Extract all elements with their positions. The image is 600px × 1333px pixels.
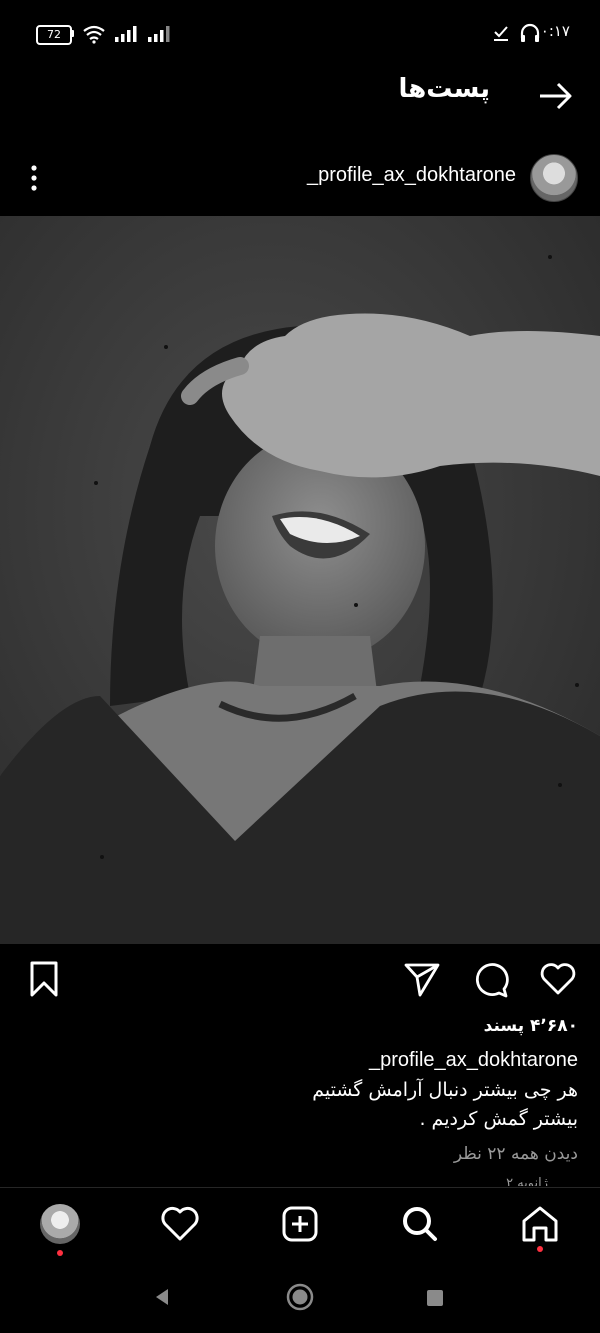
post-author-avatar[interactable]: [530, 154, 578, 202]
bottom-navigation: [0, 1187, 600, 1268]
signal-icon-2: [148, 26, 170, 42]
comment-icon[interactable]: [470, 959, 510, 999]
system-home-icon[interactable]: [286, 1283, 314, 1311]
system-recents-icon[interactable]: [424, 1287, 446, 1309]
post-image[interactable]: [0, 216, 600, 944]
status-clock: ۰:۱۷: [540, 22, 570, 40]
profile-notification-dot: [57, 1250, 63, 1256]
view-all-comments-link[interactable]: دیدن همه ۲۲ نظر: [454, 1144, 578, 1164]
status-bar: 72 ۰:۱۷: [0, 0, 600, 66]
nav-profile[interactable]: [35, 1199, 85, 1249]
post-author-username[interactable]: _profile_ax_dokhtarone: [307, 164, 516, 187]
signal-icon-1: [115, 26, 137, 42]
send-icon[interactable]: [402, 959, 442, 999]
post-caption: هر چی بیشتر دنبال آرامش گشتیم بیشتر گمش …: [58, 1076, 578, 1134]
post-photo-illustration: [0, 216, 600, 944]
search-icon[interactable]: [395, 1199, 445, 1249]
system-back-icon[interactable]: [150, 1285, 174, 1309]
post-timestamp: ۲ ژانویه: [506, 1176, 548, 1186]
wifi-icon: [83, 25, 105, 44]
heart-icon[interactable]: [538, 959, 578, 999]
headphones-icon: [520, 23, 540, 42]
more-vertical-icon[interactable]: [22, 160, 46, 196]
bookmark-icon[interactable]: [24, 959, 64, 999]
add-post-icon[interactable]: [275, 1199, 325, 1249]
caption-username[interactable]: _profile_ax_dokhtarone: [369, 1049, 578, 1072]
caption-line-2: بیشتر گمش کردیم .: [419, 1108, 578, 1130]
back-arrow-icon[interactable]: [536, 76, 576, 116]
download-done-icon: [494, 26, 508, 41]
battery-indicator: 72: [36, 25, 72, 45]
activity-heart-icon[interactable]: [155, 1199, 205, 1249]
home-notification-dot: [537, 1246, 543, 1252]
battery-tip: [71, 30, 74, 37]
home-icon[interactable]: [515, 1199, 565, 1249]
likes-count[interactable]: ۴٬۶۸۰ پسند: [484, 1016, 578, 1036]
caption-line-1: هر چی بیشتر دنبال آرامش گشتیم: [312, 1079, 578, 1101]
page-title: پست‌ها: [398, 74, 490, 104]
system-navigation-bar: [0, 1267, 600, 1333]
profile-avatar: [40, 1204, 80, 1244]
